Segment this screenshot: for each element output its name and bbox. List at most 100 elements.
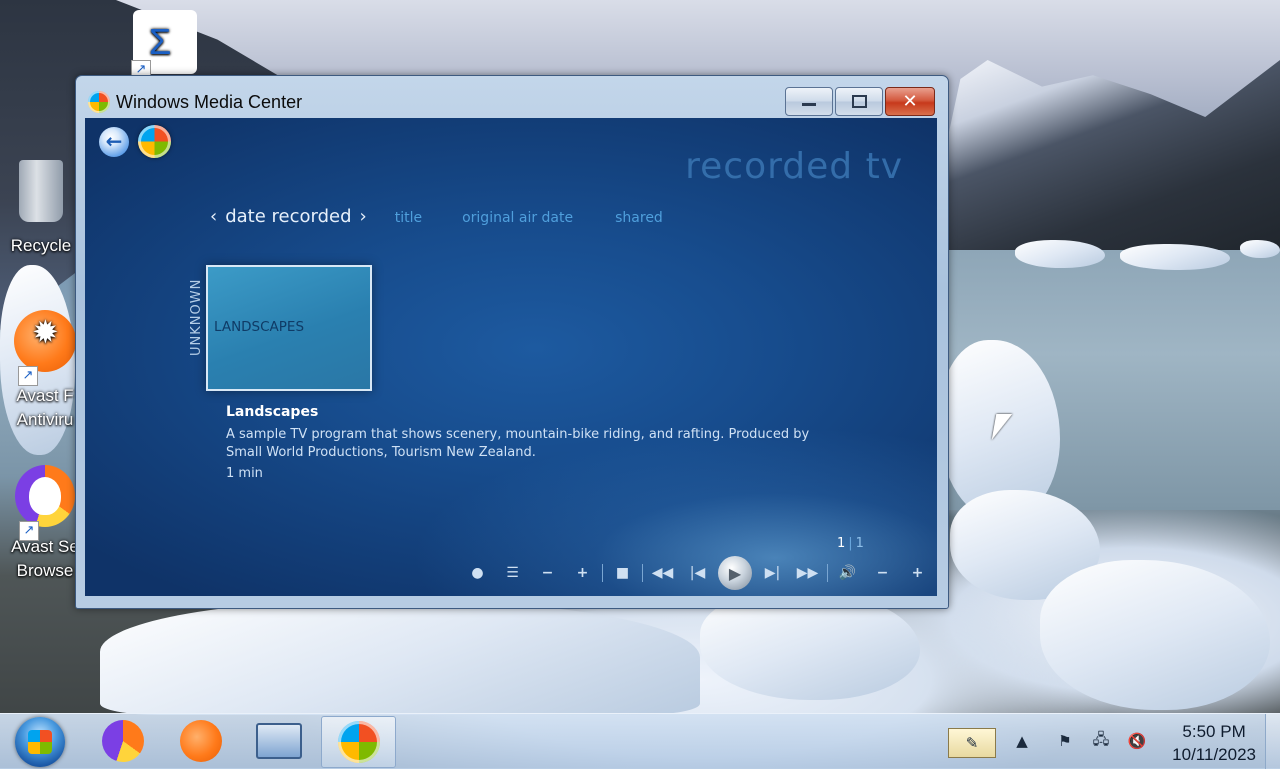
avast-antivirus-icon: [180, 720, 222, 762]
recycle-bin-icon: [19, 160, 63, 222]
show-desktop-button[interactable]: [1265, 714, 1280, 769]
pivot-original-air-date[interactable]: original air date: [462, 210, 573, 226]
guide-icon: ☰: [506, 565, 519, 581]
fast-forward-icon: ▶▶: [796, 565, 819, 581]
skip-back-button[interactable]: |◀: [680, 558, 715, 588]
shortcut-arrow-icon: ↗: [18, 366, 38, 386]
taskbar-app-avast-antivirus[interactable]: [166, 716, 236, 766]
record-icon: ●: [471, 565, 484, 581]
program-description: A sample TV program that shows scenery, …: [226, 427, 810, 460]
rewind-icon: ◀◀: [651, 565, 674, 581]
pen-tablet-icon: ✎: [965, 734, 979, 752]
pivot-date-recorded[interactable]: date recorded: [225, 206, 351, 227]
channel-up-icon: +: [576, 565, 589, 581]
shortcut-icon: Σ: [149, 21, 172, 62]
window-title: Windows Media Center: [116, 92, 303, 112]
transport-divider: [642, 564, 643, 582]
maximize-icon: [851, 95, 867, 108]
on-screen-keyboard-icon: [256, 723, 302, 759]
wallpaper-ice: [1015, 240, 1105, 268]
wallpaper-ice: [100, 600, 700, 715]
transport-divider: [602, 564, 603, 582]
windows-logo-icon: [28, 730, 52, 754]
desktop-icon-recycle-bin[interactable]: Recycle: [0, 160, 86, 258]
volume-down-button[interactable]: −: [865, 558, 900, 588]
guide-button[interactable]: ☰: [495, 558, 530, 588]
mute-button[interactable]: 🔊: [830, 558, 865, 588]
pivot-menu: ‹ date recorded › title original air dat…: [210, 206, 663, 227]
media-center-icon: [337, 721, 380, 763]
volume-icon: 🔊: [838, 565, 857, 581]
transport-divider: [827, 564, 828, 582]
title-bar[interactable]: Windows Media Center ✕: [76, 76, 948, 118]
wallpaper-ice: [1120, 244, 1230, 270]
show-hidden-icons-icon: ▲: [1016, 732, 1028, 750]
media-center-content: ← recorded tv ‹ date recorded › title or…: [85, 118, 937, 596]
clock-time: 5:50 PM: [1182, 722, 1246, 741]
channel-down-button[interactable]: −: [530, 558, 565, 588]
pivot-next-icon[interactable]: ›: [360, 206, 367, 227]
close-button[interactable]: ✕: [885, 87, 935, 116]
media-center-start-button[interactable]: [138, 125, 171, 158]
avast-browser-icon: ↗: [15, 465, 75, 541]
desktop-icon-shortcut[interactable]: Σ ↗: [120, 10, 210, 80]
section-title: recorded tv: [685, 146, 903, 187]
volume-up-icon: +: [911, 565, 924, 581]
clock-date: 10/11/2023: [1172, 745, 1256, 764]
program-duration: 1 min: [226, 466, 263, 481]
pager: 1 | 1: [837, 536, 864, 551]
wallpaper-ice: [1240, 240, 1280, 258]
wallpaper-ice: [1040, 560, 1270, 710]
avast-antivirus-icon: ✹ ↗: [14, 310, 76, 386]
volume-button[interactable]: 🔇: [1124, 728, 1150, 754]
pivot-prev-icon[interactable]: ‹: [210, 206, 217, 227]
play-icon: ▶: [728, 563, 742, 583]
back-arrow-icon: ←: [105, 129, 123, 153]
system-clock[interactable]: 5:50 PM 10/11/2023: [1172, 720, 1256, 766]
taskbar-app-avast-browser[interactable]: [88, 716, 158, 766]
group-label: UNKNOWN: [189, 278, 204, 356]
stop-icon: ■: [615, 565, 630, 581]
fast-forward-button[interactable]: ▶▶: [790, 558, 825, 588]
start-button[interactable]: [15, 717, 65, 767]
action-center-button[interactable]: ⚑: [1052, 728, 1078, 754]
avast-browser-icon: [102, 720, 144, 762]
taskbar-app-on-screen-keyboard[interactable]: [244, 716, 314, 766]
volume-muted-icon: 🔇: [1127, 732, 1147, 750]
volume-up-button[interactable]: +: [900, 558, 935, 588]
maximize-button[interactable]: [835, 87, 883, 116]
skip-back-icon: |◀: [689, 565, 706, 581]
network-icon: 🖧: [1092, 729, 1110, 748]
channel-up-button[interactable]: +: [565, 558, 600, 588]
media-center-logo-icon: [88, 91, 110, 113]
show-hidden-icons-button[interactable]: ▲: [1012, 728, 1032, 754]
network-button[interactable]: 🖧: [1087, 728, 1115, 754]
recording-tile[interactable]: LANDSCAPES: [206, 265, 372, 391]
volume-down-icon: −: [876, 565, 889, 581]
action-center-icon: ⚑: [1058, 732, 1072, 750]
minimize-button[interactable]: [785, 87, 833, 116]
record-button[interactable]: ●: [460, 558, 495, 588]
pager-current: 1: [837, 536, 846, 551]
media-center-window: Windows Media Center ✕ ← recorded tv ‹ d…: [75, 75, 949, 609]
taskbar-app-media-center[interactable]: [321, 716, 396, 768]
desktop-icon-label: Recycle: [10, 236, 72, 255]
channel-down-icon: −: [541, 565, 554, 581]
transport-controls: ● ☰ − + ■ ◀◀ |◀ ▶ ▶| ▶▶ 🔊 − +: [460, 556, 935, 590]
stop-button[interactable]: ■: [605, 558, 640, 588]
pager-total: 1: [855, 536, 864, 551]
pivot-title[interactable]: title: [395, 210, 422, 226]
taskbar: ✎ ▲ ⚑ 🖧 🔇 5:50 PM 10/11/2023: [0, 713, 1280, 769]
tile-label: LANDSCAPES: [214, 319, 305, 335]
back-button[interactable]: ←: [99, 127, 129, 157]
pivot-shared[interactable]: shared: [615, 210, 663, 226]
skip-forward-button[interactable]: ▶|: [755, 558, 790, 588]
program-title: Landscapes: [226, 404, 319, 420]
close-icon: ✕: [902, 91, 918, 112]
shortcut-arrow-icon: ↗: [19, 521, 39, 541]
pen-tablet-button[interactable]: ✎: [948, 728, 996, 758]
play-button[interactable]: ▶: [718, 556, 752, 590]
skip-forward-icon: ▶|: [764, 565, 781, 581]
wallpaper-mountain-right: [940, 60, 1280, 250]
rewind-button[interactable]: ◀◀: [645, 558, 680, 588]
